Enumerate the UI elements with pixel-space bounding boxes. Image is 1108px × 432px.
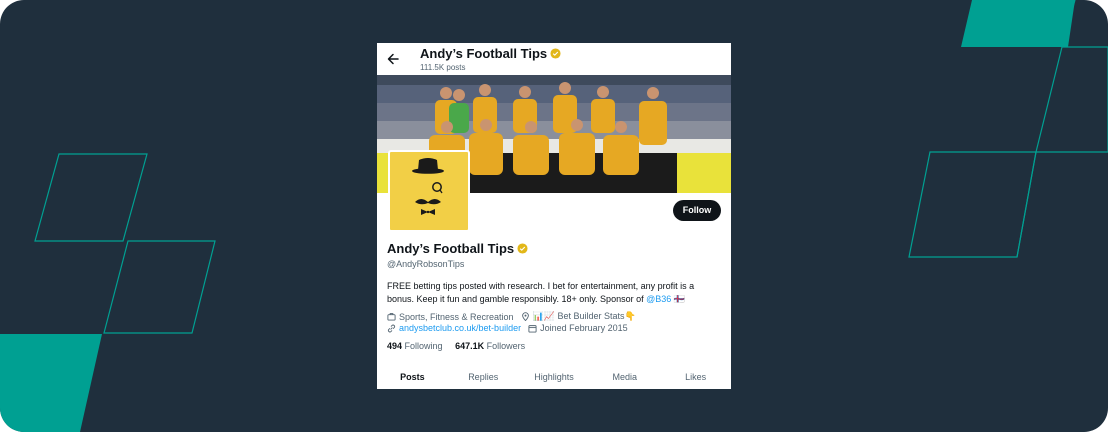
- profile-meta-row-1: Sports, Fitness & Recreation 📊📈 Bet Buil…: [387, 311, 643, 322]
- promo-canvas: Andy’s Football Tips 111.5K posts Follow…: [0, 0, 1108, 432]
- profile-name-row: Andy’s Football Tips: [387, 241, 528, 256]
- profile-meta-row-2: andysbetclub.co.uk/bet-builder Joined Fe…: [387, 323, 635, 333]
- website-link[interactable]: andysbetclub.co.uk/bet-builder: [399, 323, 521, 333]
- header-title: Andy’s Football Tips: [420, 46, 548, 61]
- following-label: Following: [404, 341, 443, 351]
- tab-likes[interactable]: Likes: [660, 365, 731, 389]
- location-item: 📊📈 Bet Builder Stats👇: [521, 311, 636, 322]
- following-link[interactable]: 494 Following: [387, 341, 443, 351]
- following-count: 494: [387, 341, 403, 351]
- location-text: 📊📈 Bet Builder Stats👇: [532, 311, 636, 321]
- briefcase-icon: [387, 313, 396, 321]
- category-text: Sports, Fitness & Recreation: [399, 311, 514, 322]
- verified-badge-icon: [550, 48, 561, 59]
- followers-count: 647.1K: [455, 341, 485, 351]
- tab-highlights[interactable]: Highlights: [519, 365, 590, 389]
- arrow-left-icon[interactable]: [386, 52, 400, 66]
- joined-item: Joined February 2015: [528, 323, 628, 333]
- website-item: andysbetclub.co.uk/bet-builder: [387, 323, 521, 333]
- post-count: 111.5K posts: [420, 63, 466, 72]
- followers-link[interactable]: 647.1K Followers: [455, 341, 525, 351]
- profile-bio: FREE betting tips posted with research. …: [387, 280, 717, 306]
- header-title-row: Andy’s Football Tips: [420, 46, 561, 61]
- tab-replies[interactable]: Replies: [448, 365, 519, 389]
- tab-media[interactable]: Media: [589, 365, 660, 389]
- faroe-flag: 🇫🇴: [673, 294, 685, 304]
- bio-line-2: bonus. Keep it fun and gamble responsibl…: [387, 293, 717, 306]
- bio-text: bonus. Keep it fun and gamble responsibl…: [387, 294, 647, 304]
- gentleman-logo: [412, 158, 444, 215]
- profile-name: Andy’s Football Tips: [387, 241, 515, 256]
- sponsor-mention-link[interactable]: @B36: [646, 294, 671, 304]
- avatar[interactable]: [388, 150, 470, 232]
- calendar-icon: [528, 324, 537, 333]
- profile-header: Andy’s Football Tips 111.5K posts: [377, 43, 731, 75]
- profile-handle: @AndyRobsonTips: [387, 259, 465, 269]
- tab-posts[interactable]: Posts: [377, 365, 448, 389]
- category-item: Sports, Fitness & Recreation: [387, 312, 514, 322]
- verified-badge-icon[interactable]: [517, 243, 528, 254]
- follow-stats: 494 Following 647.1K Followers: [387, 341, 525, 351]
- link-icon: [387, 324, 396, 332]
- profile-card: Andy’s Football Tips 111.5K posts Follow…: [377, 43, 731, 389]
- follow-button[interactable]: Follow: [673, 200, 721, 221]
- bio-line-1: FREE betting tips posted with research. …: [387, 281, 695, 291]
- joined-text: Joined February 2015: [540, 323, 628, 333]
- profile-tabs: Posts Replies Highlights Media Likes: [377, 365, 731, 389]
- location-pin-icon: [521, 312, 529, 321]
- followers-label: Followers: [486, 341, 526, 351]
